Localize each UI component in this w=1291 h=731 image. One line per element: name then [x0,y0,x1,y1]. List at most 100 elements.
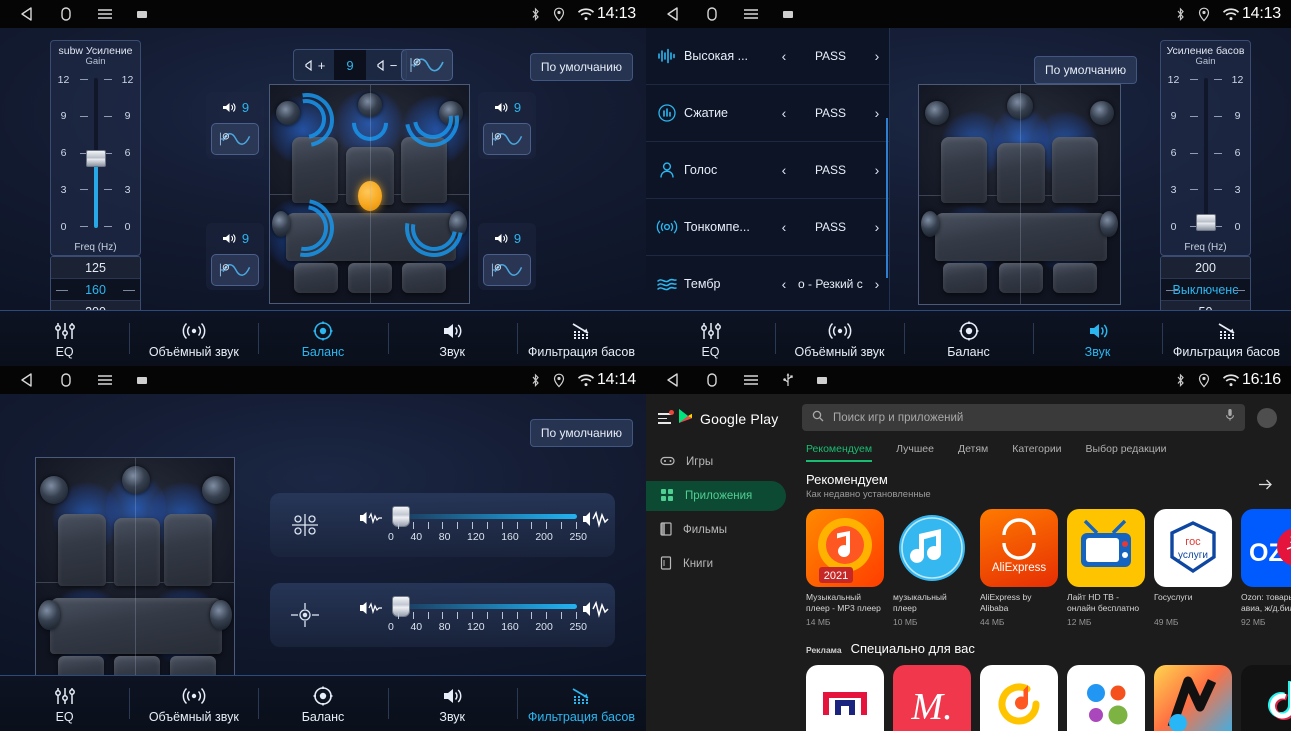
freq-option-selected[interactable]: 160 [51,279,140,301]
sidebar-item-movies[interactable]: Фильмы [646,515,786,545]
dsp-prev-arrow[interactable]: ‹ [776,219,792,235]
dsp-next-arrow[interactable]: › [869,219,885,235]
master-eq-curve-button[interactable] [401,49,453,81]
hamburger-menu-icon[interactable] [658,410,674,424]
front-left-eq-button[interactable] [211,123,259,155]
dsp-next-arrow[interactable]: › [869,276,885,292]
car-cabin-balance-view[interactable] [269,84,470,304]
tab-categories[interactable]: Категории [1012,443,1061,462]
car-cabin-sound-view[interactable] [918,84,1121,305]
dsp-prev-arrow[interactable]: ‹ [776,276,792,292]
app-card[interactable]: M. [893,665,971,731]
menu-icon[interactable] [742,372,760,388]
avatar[interactable] [1257,407,1277,428]
home-icon[interactable] [704,372,720,388]
screenshot-icon[interactable] [782,8,794,20]
screenshot-icon[interactable] [136,8,148,20]
dsp-row-highpass[interactable]: Высокая ... ‹ PASS › [646,28,889,85]
app-card[interactable]: OZ247 Ozon: товары, авиа, ж/д.билеты 92 … [1241,509,1291,627]
app-card[interactable]: музыкальный плеер 10 МБ [893,509,971,627]
rear-left-eq-button[interactable] [211,254,259,286]
app-card[interactable] [980,665,1058,731]
nav-tab-sound[interactable]: Звук [387,676,517,731]
four-corner-grid-icon[interactable] [270,510,340,540]
app-card[interactable]: 2021 Музыкальный плеер - MP3 плеер , Пле… [806,509,884,627]
menu-icon[interactable] [742,6,760,22]
app-card[interactable] [1154,665,1232,731]
back-triangle-icon[interactable] [20,6,36,22]
app-card[interactable]: AliExpress AliExpress by Alibaba 44 МБ [980,509,1058,627]
center-filter-slider[interactable]: 0 40 80 120 160 200 250 [340,588,615,642]
menu-icon[interactable] [96,372,114,388]
microphone-icon[interactable] [1225,408,1235,427]
dsp-next-arrow[interactable]: › [869,105,885,121]
nav-tab-surround[interactable]: Объёмный звук [775,311,904,366]
arrow-right-icon[interactable] [1258,478,1273,495]
screenshot-icon[interactable] [136,374,148,386]
home-icon[interactable] [58,6,74,22]
menu-icon[interactable] [96,6,114,22]
back-triangle-icon[interactable] [20,372,36,388]
bass-gain-slider-thumb[interactable] [1195,214,1216,231]
nav-tab-balance[interactable]: Баланс [904,311,1033,366]
nav-tab-surround[interactable]: Объёмный звук [129,676,258,731]
back-triangle-icon[interactable] [666,6,682,22]
dsp-row-compression[interactable]: Сжатие ‹ PASS › [646,85,889,142]
home-icon[interactable] [58,372,74,388]
nav-tab-surround[interactable]: Объёмный звук [129,311,258,366]
nav-tab-eq[interactable]: EQ [646,311,775,366]
back-triangle-icon[interactable] [666,372,682,388]
dsp-prev-arrow[interactable]: ‹ [776,48,792,64]
gain-slider-thumb[interactable] [85,150,106,167]
bass-gain-slider[interactable]: 12 12 99 66 33 00 [1161,70,1250,238]
subwoofer-filter-slider[interactable]: 0 40 80 120 160 200 250 [340,498,615,552]
rear-right-eq-button[interactable] [483,254,531,286]
front-right-eq-button[interactable] [483,123,531,155]
dsp-next-arrow[interactable]: › [869,48,885,64]
volume-up-button[interactable]: + [294,50,334,80]
dsp-row-voice[interactable]: Голос ‹ PASS › [646,142,889,199]
car-cabin-bass-view[interactable] [35,457,235,707]
tab-recommended[interactable]: Рекомендуем [806,443,873,462]
tab-editors-choice[interactable]: Выбор редакции [1086,443,1167,462]
tab-kids[interactable]: Детям [958,443,988,462]
dsp-prev-arrow[interactable]: ‹ [776,162,792,178]
volume-down-button[interactable]: − [366,50,406,80]
crosshair-icon[interactable] [270,600,340,630]
balance-focus-point[interactable] [358,181,382,211]
nav-tab-balance[interactable]: Баланс [258,311,387,366]
home-icon[interactable] [704,6,720,22]
app-card[interactable]: Лайт HD ТВ - онлайн бесплатно 12 МБ [1067,509,1145,627]
app-card[interactable] [1067,665,1145,731]
app-card[interactable]: гос услуги Госуслуги 49 МБ [1154,509,1232,627]
nav-tab-sound[interactable]: Звук [387,311,517,366]
master-volume-stepper[interactable]: + 9 − [293,49,407,81]
app-card[interactable] [1241,665,1291,731]
default-button-2[interactable]: По умолчанию [1034,56,1138,84]
nav-tab-bassfilter[interactable]: Фильтрация басов [1162,311,1291,366]
nav-tab-balance[interactable]: Баланс [258,676,387,731]
sidebar-item-books[interactable]: Книги [646,549,786,579]
dsp-row-timbre[interactable]: Тембр ‹ о - Резкий спа › [646,256,889,313]
nav-tab-bassfilter[interactable]: Фильтрация басов [516,676,646,731]
app-card[interactable] [806,665,884,731]
nav-tab-sound[interactable]: Звук [1033,311,1162,366]
search-input[interactable]: Поиск игр и приложений [802,404,1245,431]
tab-top[interactable]: Лучшее [896,443,934,462]
dsp-next-arrow[interactable]: › [869,162,885,178]
nav-tab-eq[interactable]: EQ [0,311,129,366]
dsp-prev-arrow[interactable]: ‹ [776,105,792,121]
sidebar-item-apps[interactable]: Приложения [646,481,786,511]
subwoofer-gain-slider[interactable]: 12 12 99 66 33 00 [51,70,140,238]
dsp-row-loudness[interactable]: Тонкомпе... ‹ PASS › [646,199,889,256]
default-button-3[interactable]: По умолчанию [529,419,633,447]
screenshot-icon[interactable] [816,374,828,386]
nav-tab-eq[interactable]: EQ [0,676,129,731]
dsp-list-scrollbar[interactable] [886,118,888,278]
freq-option[interactable]: 200 [1161,257,1250,279]
nav-tab-bassfilter[interactable]: Фильтрация басов [516,311,646,366]
default-button-1[interactable]: По умолчанию [529,53,633,81]
freq-option-selected[interactable]: Выключенс [1161,279,1250,301]
sidebar-item-games[interactable]: Игры [646,447,786,477]
freq-option[interactable]: 125 [51,257,140,279]
